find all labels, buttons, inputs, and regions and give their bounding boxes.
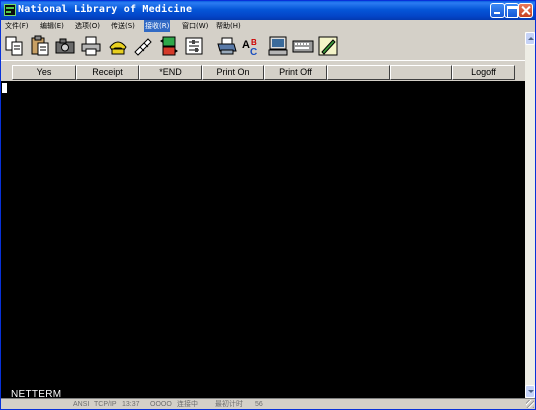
netterm-app-icon[interactable] <box>4 4 16 16</box>
close-button[interactable] <box>518 3 533 18</box>
status-timer: 最初计时 <box>215 401 243 408</box>
edit-icon[interactable] <box>317 35 339 57</box>
camera-icon[interactable] <box>54 35 76 57</box>
window-title: National Library of Medicine <box>18 4 193 15</box>
scroll-up-button[interactable] <box>525 32 535 45</box>
fkey-empty-1[interactable] <box>327 65 390 80</box>
menu-help[interactable]: 帮助(H) <box>215 20 242 32</box>
vertical-scrollbar[interactable] <box>525 32 535 398</box>
status-connection-type: TCP/IP <box>94 401 117 408</box>
minimize-button[interactable] <box>490 3 505 18</box>
svg-text:B: B <box>251 38 257 47</box>
menu-options[interactable]: 选项(O) <box>74 20 101 32</box>
status-state: 连接中 <box>177 401 198 408</box>
menu-window[interactable]: 窗口(W) <box>181 20 209 32</box>
svg-text:A: A <box>242 39 250 51</box>
terminal-icon[interactable] <box>267 35 289 57</box>
status-clock: 13:37 <box>122 401 140 408</box>
settings-icon[interactable] <box>183 35 205 57</box>
terminal-cursor <box>2 83 7 93</box>
maximize-button[interactable] <box>504 3 519 18</box>
svg-text:C: C <box>250 47 257 57</box>
resize-grip[interactable] <box>526 400 534 408</box>
spell-check-icon[interactable]: ABC <box>241 35 263 57</box>
menu-edit[interactable]: 编辑(E) <box>39 20 65 32</box>
status-indicators: OOOO <box>150 401 172 408</box>
fkey-print-on[interactable]: Print On <box>202 65 264 80</box>
phone-dial-icon[interactable] <box>107 35 129 57</box>
menu-receive[interactable]: 接收(R) <box>144 20 171 32</box>
icon-toolbar: ABC <box>1 32 525 60</box>
menu-send[interactable]: 传送(S) <box>110 20 136 32</box>
menu-bar: 文件(F) 编辑(E) 选项(O) 传送(S) 接收(R) 窗口(W) 帮助(H… <box>1 20 535 32</box>
paste-icon[interactable] <box>29 35 51 57</box>
fkey-end[interactable]: *END <box>139 65 202 80</box>
keyboard-icon[interactable] <box>292 35 314 57</box>
scroll-down-button[interactable] <box>525 385 535 398</box>
hangup-icon[interactable] <box>132 35 154 57</box>
status-number: 56 <box>255 401 263 408</box>
netterm-window: National Library of Medicine 文件(F) 编辑(E)… <box>0 0 536 410</box>
function-key-row: Yes Receipt *END Print On Print Off Logo… <box>1 60 525 81</box>
status-bar: ANSI TCP/IP 13:37 OOOO 连接中 最初计时 56 <box>1 398 535 409</box>
status-emulation: ANSI <box>73 401 90 408</box>
menu-file[interactable]: 文件(F) <box>4 20 30 32</box>
printer-setup-icon[interactable] <box>216 35 238 57</box>
print-icon[interactable] <box>80 35 102 57</box>
terminal-screen[interactable]: NETTERM <box>1 81 525 400</box>
transfer-icon[interactable] <box>158 35 180 57</box>
fkey-yes[interactable]: Yes <box>12 65 76 80</box>
fkey-logoff[interactable]: Logoff <box>452 65 515 80</box>
fkey-receipt[interactable]: Receipt <box>76 65 139 80</box>
title-bar[interactable]: National Library of Medicine <box>1 1 535 20</box>
copy-icon[interactable] <box>4 35 26 57</box>
fkey-empty-2[interactable] <box>390 65 452 80</box>
fkey-print-off[interactable]: Print Off <box>264 65 327 80</box>
